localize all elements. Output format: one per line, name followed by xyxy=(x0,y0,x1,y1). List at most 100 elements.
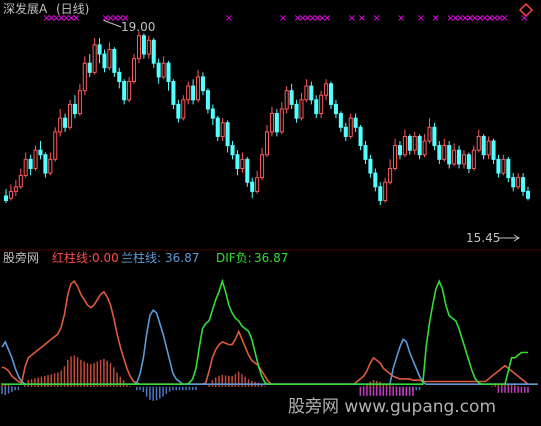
candle-body xyxy=(368,158,373,174)
blue-line-value: 36.87 xyxy=(165,251,199,265)
candle-body xyxy=(205,90,210,110)
candle-body xyxy=(122,81,127,101)
candle-body xyxy=(112,48,117,73)
candle-body xyxy=(117,71,122,83)
candle-body xyxy=(486,140,491,156)
candle-body xyxy=(38,149,43,156)
candle-body xyxy=(491,140,496,160)
candle-body xyxy=(23,158,28,176)
candle-body xyxy=(220,122,225,137)
candle-body xyxy=(324,83,329,96)
candle-body xyxy=(333,103,338,115)
stock-title: 深发展A xyxy=(3,1,48,16)
candle-body xyxy=(388,167,393,183)
candle-body xyxy=(422,140,427,156)
candle-body xyxy=(299,99,304,119)
watermark: 股旁网 www.gupang.com xyxy=(288,397,496,417)
candle-body xyxy=(210,108,215,119)
candle-body xyxy=(506,158,511,179)
candle-body xyxy=(260,154,265,179)
candle-body xyxy=(156,62,161,78)
candle-body xyxy=(309,85,314,101)
candle-body xyxy=(328,83,334,105)
signal-marker: × xyxy=(323,13,331,24)
blue-line xyxy=(1,309,538,385)
candle-body xyxy=(348,117,353,137)
candle-body xyxy=(13,186,18,192)
candle-body xyxy=(53,131,58,160)
candle-body xyxy=(516,177,521,188)
candle-body xyxy=(181,99,186,119)
candle-body xyxy=(225,122,230,147)
candle-body xyxy=(461,154,467,165)
candle-body xyxy=(279,108,284,133)
candle-body xyxy=(525,190,531,199)
candle-body xyxy=(200,76,206,92)
signal-marker: × xyxy=(279,13,287,24)
candle-body xyxy=(427,126,432,142)
candle-body xyxy=(230,145,235,156)
site-label: 股旁网 xyxy=(3,250,39,265)
candle-body xyxy=(97,44,102,55)
signal-marker: × xyxy=(348,13,356,24)
candle-body xyxy=(373,172,378,188)
signal-markers: ××××××× ××××× × × ××××××× × × × × × × ×××××××××××× ×… xyxy=(42,13,541,24)
candle-body xyxy=(511,177,516,188)
candle-body xyxy=(166,62,171,83)
candle-body xyxy=(240,158,245,169)
signal-marker: × xyxy=(225,13,233,24)
candle-body xyxy=(136,35,141,60)
low-price-arrow xyxy=(498,234,520,242)
candle-body xyxy=(432,126,437,147)
candle-body xyxy=(186,85,191,101)
red-line-label: 红柱线: xyxy=(52,250,92,265)
signal-marker: × xyxy=(372,13,380,24)
candle-body xyxy=(289,90,294,105)
candle-body xyxy=(82,62,87,92)
candle-body xyxy=(250,181,255,192)
dif-label: DIF负: xyxy=(216,251,252,265)
blue-line-label: 兰柱线: xyxy=(121,250,161,265)
candlestick-series xyxy=(3,31,531,206)
candle-body xyxy=(141,35,146,55)
candle-body xyxy=(18,174,23,188)
candle-body xyxy=(314,99,319,115)
indicator-lines xyxy=(1,278,538,385)
candle-body xyxy=(393,145,398,169)
candle-body xyxy=(58,117,63,133)
candle-body xyxy=(358,126,363,147)
candle-body xyxy=(63,117,68,128)
chart-canvas: 深发展A (日线) 19.00 15.45 股旁网 红柱线: 0.00 兰柱线:… xyxy=(0,1,541,417)
candle-body xyxy=(437,145,442,160)
candle-body xyxy=(304,85,309,101)
candle-body xyxy=(269,113,274,133)
candle-body xyxy=(92,44,97,73)
candle-body xyxy=(496,158,501,174)
signal-marker: × xyxy=(520,13,528,24)
candle-body xyxy=(383,181,388,202)
candle-body xyxy=(215,117,220,137)
candle-body xyxy=(127,81,132,101)
candle-body xyxy=(77,90,82,115)
candle-body xyxy=(48,158,53,174)
histogram-bars xyxy=(1,355,529,401)
signal-marker: × xyxy=(72,13,80,24)
candle-body xyxy=(176,103,181,119)
signal-marker: × xyxy=(500,13,508,24)
candle-body xyxy=(67,103,73,128)
signal-marker: × xyxy=(417,13,425,24)
candle-body xyxy=(338,113,343,128)
candle-body xyxy=(255,177,260,192)
candle-body xyxy=(33,149,38,169)
candle-body xyxy=(471,149,476,169)
candle-body xyxy=(476,135,481,151)
candle-body xyxy=(402,135,407,156)
candle-body xyxy=(3,195,9,202)
candle-body xyxy=(442,145,447,160)
candle-body xyxy=(407,135,412,151)
candle-body xyxy=(151,39,156,64)
candle-body xyxy=(319,94,324,115)
candle-body xyxy=(447,145,452,165)
candle-body xyxy=(107,48,112,69)
candle-body xyxy=(521,177,526,192)
